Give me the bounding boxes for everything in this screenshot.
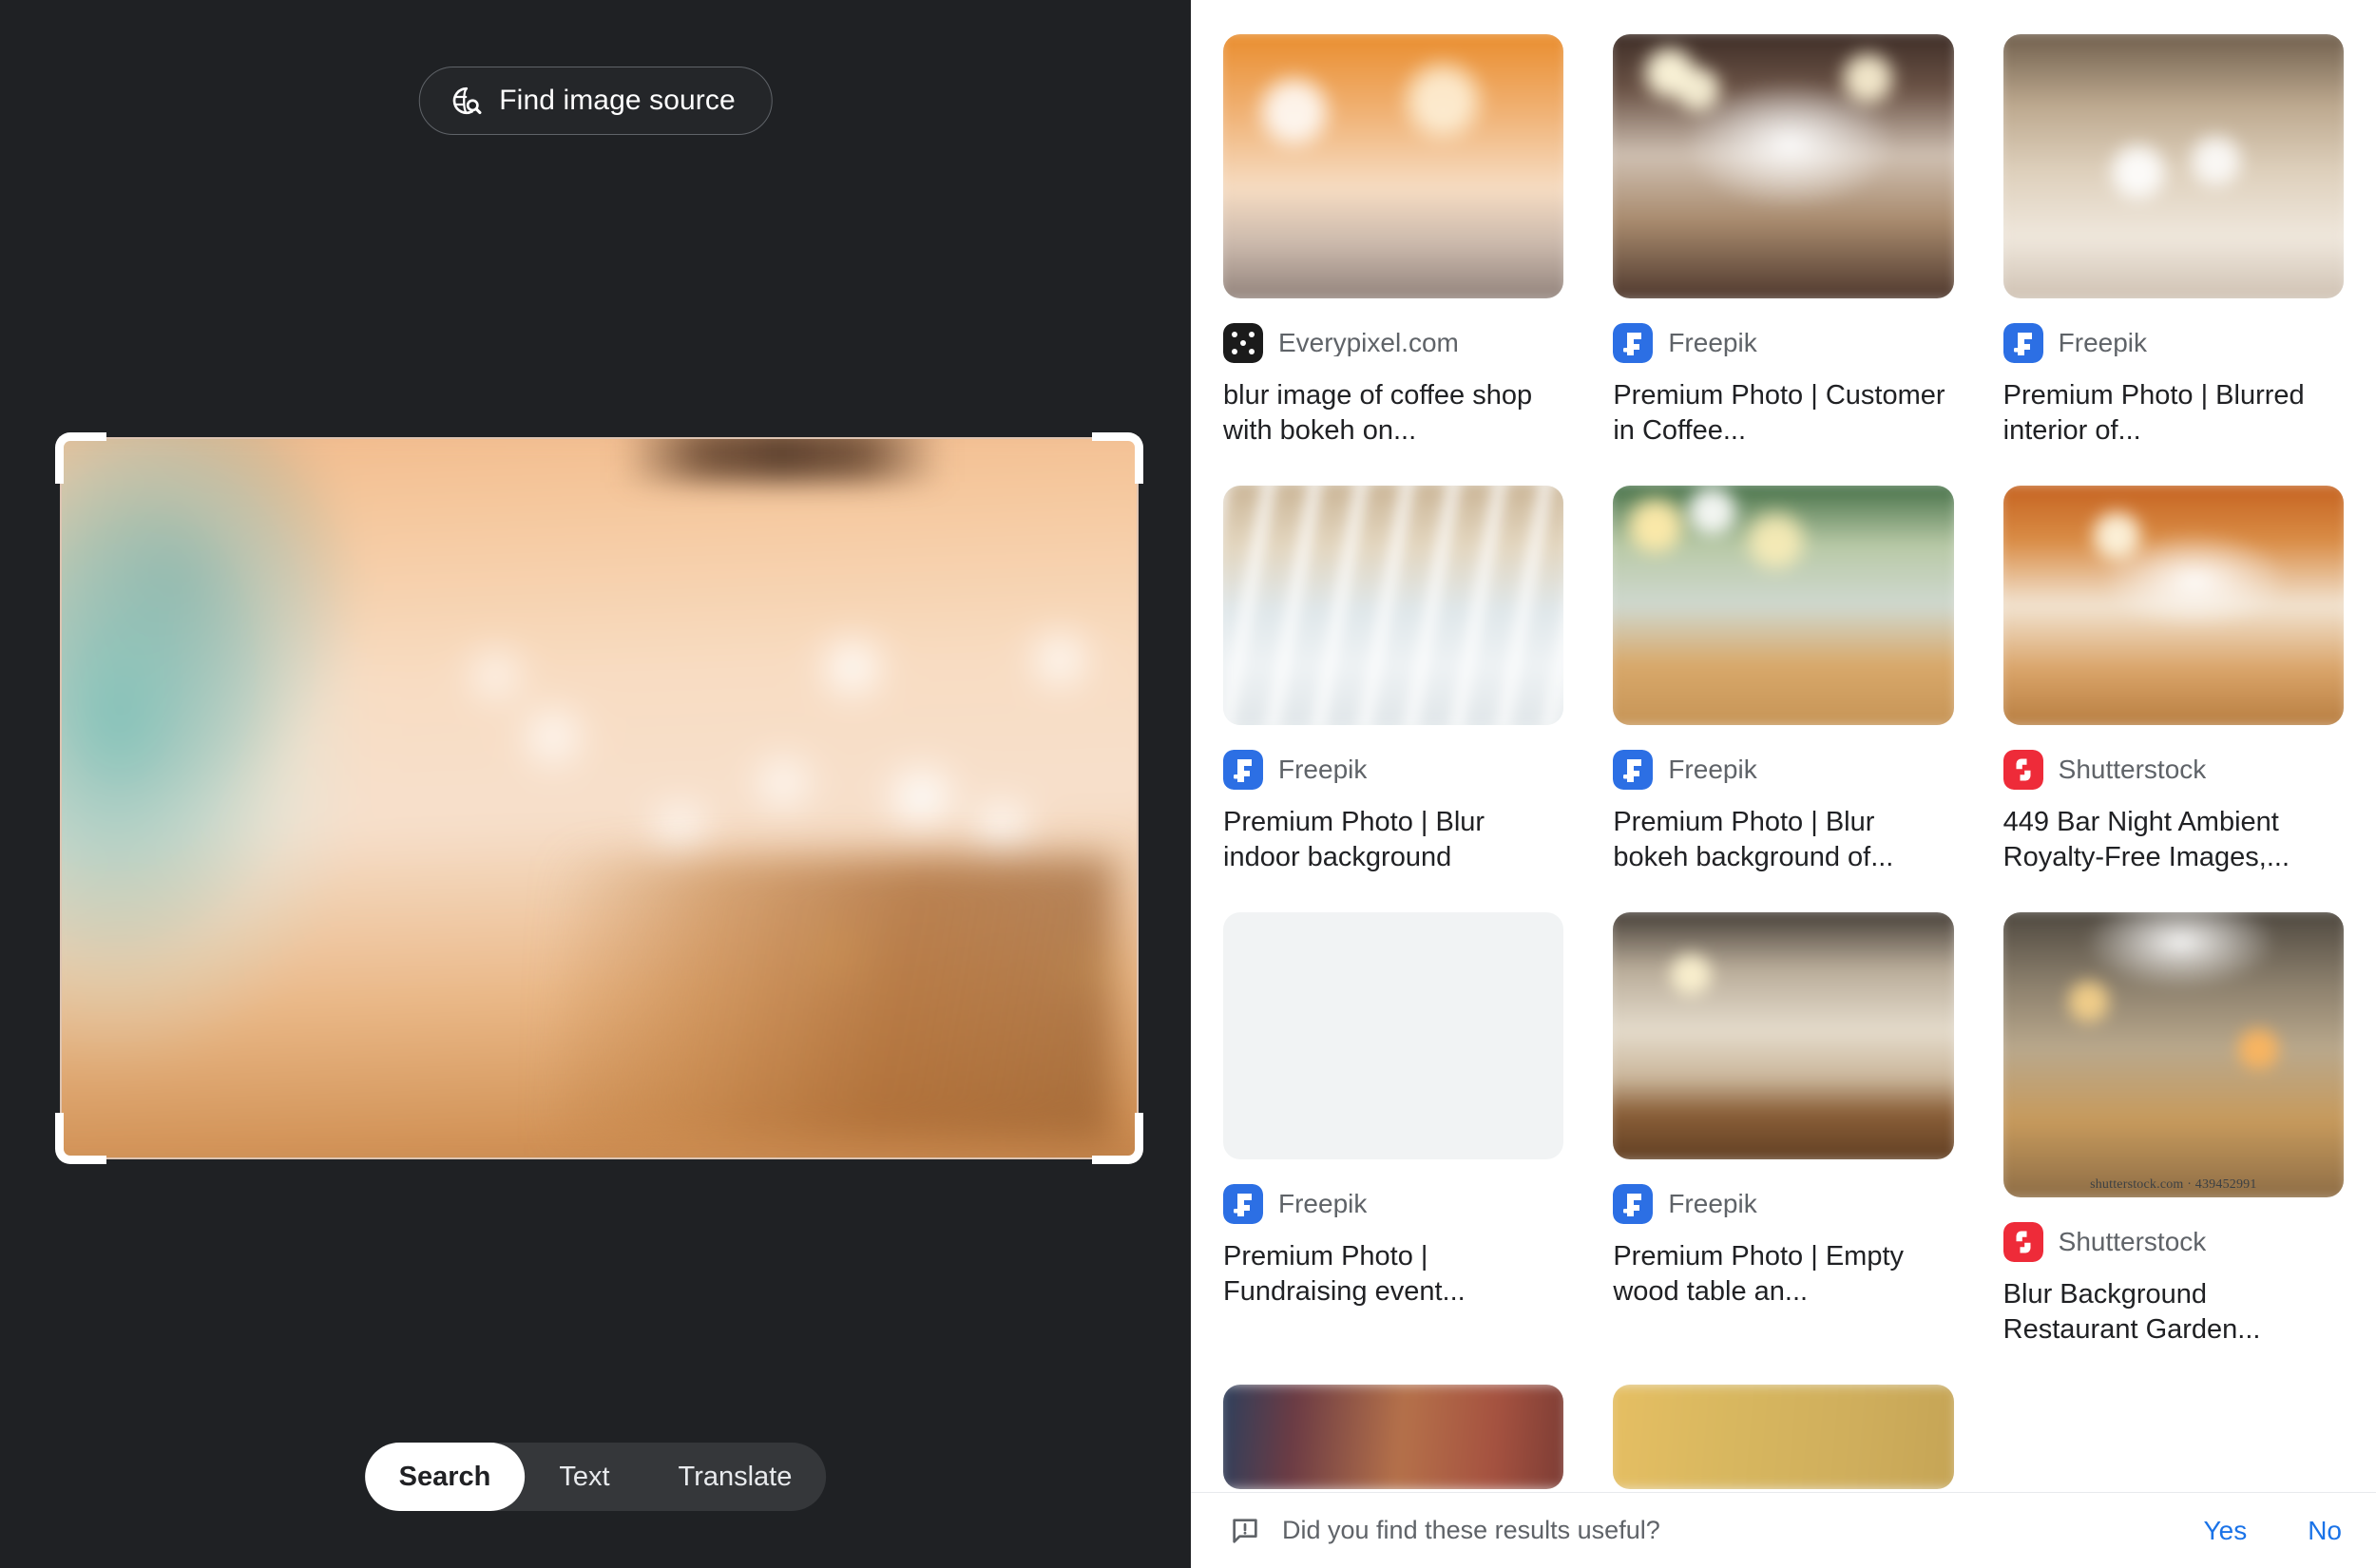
result-source-name: Freepik [1668,756,1757,784]
freepik-favicon [2002,323,2043,363]
shutterstock-favicon [2002,1222,2043,1263]
result-source-row: Freepik [1613,750,1953,791]
crop-handle-top-right[interactable] [1092,432,1143,484]
result-title: 449 Bar Night Ambient Royalty-Free Image… [2002,807,2290,872]
freepik-favicon [1223,1184,1263,1225]
result-source-name: Freepik [2058,330,2148,356]
results-scroll-area[interactable]: Everypixel.com blur image of coffee shop … [1191,0,2376,1492]
result-card[interactable]: Freepik Premium Photo | Blurred interior … [2002,34,2344,448]
freepik-favicon [1613,750,1654,791]
result-source-row: Everypixel.com [1223,323,1563,363]
result-thumbnail[interactable] [1613,34,1954,298]
result-source-name: Shutterstock [2058,1229,2207,1256]
result-title: Premium Photo | Blur bokeh background of… [1613,807,1894,872]
result-card[interactable]: Freepik Premium Photo | Blur indoor backg… [1223,486,1564,874]
result-card[interactable]: Freepik Premium Photo | Blur bokeh backgr… [1613,486,1954,874]
result-thumbnail[interactable] [2002,486,2344,726]
result-card[interactable]: Freepik Premium Photo | Empty wood table … [1613,912,1954,1309]
result-thumbnail[interactable] [2002,34,2344,298]
result-title: Premium Photo | Empty wood table an... [1613,1241,1905,1307]
image-crop-selection[interactable] [55,432,1143,1164]
freepik-favicon [1223,750,1263,791]
result-source-row: Freepik [1223,750,1563,791]
result-thumbnail[interactable] [1613,1385,1954,1490]
result-title: blur image of coffee shop with bokeh on.… [1223,380,1533,446]
mode-tab-search[interactable]: Search [364,1443,526,1511]
result-card-partial[interactable] [1223,1385,1564,1490]
feedback-question: Did you find these results useful? [1282,1516,1660,1544]
everypixel-favicon [1223,323,1263,363]
result-source-row: Shutterstock [2002,1222,2344,1263]
freepik-favicon [1613,1184,1654,1225]
mode-switcher: Search Text Translate [364,1443,827,1511]
result-source-name: Freepik [1668,1191,1757,1218]
result-title: Premium Photo | Blur indoor background [1223,807,1485,872]
globe-search-icon [450,85,482,117]
result-source-row: Freepik [1223,1184,1563,1225]
find-image-source-label: Find image source [499,85,736,116]
result-title: Premium Photo | Fundraising event... [1223,1241,1466,1307]
result-card-partial[interactable] [1613,1385,1954,1490]
result-card[interactable]: Everypixel.com blur image of coffee shop … [1223,34,1564,448]
results-grid: Everypixel.com blur image of coffee shop … [1223,34,2344,1492]
image-preview-pane: Find image source Search Text Translate [0,0,1191,1568]
result-source-row: Freepik [2002,323,2344,363]
crop-handle-bottom-left[interactable] [55,1113,106,1164]
result-thumbnail[interactable] [1613,486,1954,726]
result-title: Blur Background Restaurant Garden... [2002,1279,2261,1345]
find-image-source-button[interactable]: Find image source [418,67,773,135]
result-thumbnail[interactable]: shutterstock.com · 439452991 [2002,912,2344,1198]
feedback-yes-button[interactable]: Yes [2204,1516,2248,1546]
feedback-no-button[interactable]: No [2308,1516,2342,1546]
feedback-bubble-icon [1229,1515,1261,1547]
feedback-bar: Did you find these results useful? Yes N… [1191,1492,2376,1568]
shutterstock-favicon [2002,750,2043,791]
visual-matches-pane: Everypixel.com blur image of coffee shop … [1191,0,2376,1568]
result-title: Premium Photo | Customer in Coffee... [1613,380,1945,446]
result-thumbnail[interactable] [1223,1385,1564,1490]
result-source-name: Freepik [1278,756,1368,784]
mode-tab-translate[interactable]: Translate [644,1443,827,1511]
crop-handle-bottom-right[interactable] [1092,1113,1143,1164]
result-title: Premium Photo | Blurred interior of... [2002,380,2305,446]
mode-tab-search-label: Search [398,1461,491,1492]
result-thumbnail[interactable] [1223,34,1564,298]
result-source-name: Shutterstock [2058,756,2207,784]
result-source-name: Everypixel.com [1278,330,1459,356]
result-card[interactable]: Shutterstock 449 Bar Night Ambient Royalt… [2002,486,2344,874]
result-card[interactable]: shutterstock.com · 439452991 Shutterstock… [2002,912,2344,1347]
result-source-name: Freepik [1278,1191,1368,1218]
result-card[interactable]: Freepik Premium Photo | Fundraising event… [1223,912,1564,1309]
crop-handle-top-left[interactable] [55,432,106,484]
result-thumbnail[interactable] [1613,912,1954,1160]
result-source-row: Freepik [1613,1184,1953,1225]
result-thumbnail[interactable] [1223,486,1564,726]
result-source-row: Shutterstock [2002,750,2344,791]
result-source-name: Freepik [1668,330,1757,356]
result-source-row: Freepik [1613,323,1953,363]
freepik-favicon [1613,323,1654,363]
source-image [60,437,1139,1159]
result-thumbnail[interactable] [1223,912,1564,1160]
thumbnail-watermark: shutterstock.com · 439452991 [2090,1177,2257,1193]
mode-tab-text[interactable]: Text [525,1443,643,1511]
mode-tab-translate-label: Translate [678,1461,793,1492]
lens-results-screen: Find image source Search Text Translate [0,0,2376,1568]
mode-tab-text-label: Text [559,1461,610,1492]
result-card[interactable]: Freepik Premium Photo | Customer in Coffe… [1613,34,1954,448]
